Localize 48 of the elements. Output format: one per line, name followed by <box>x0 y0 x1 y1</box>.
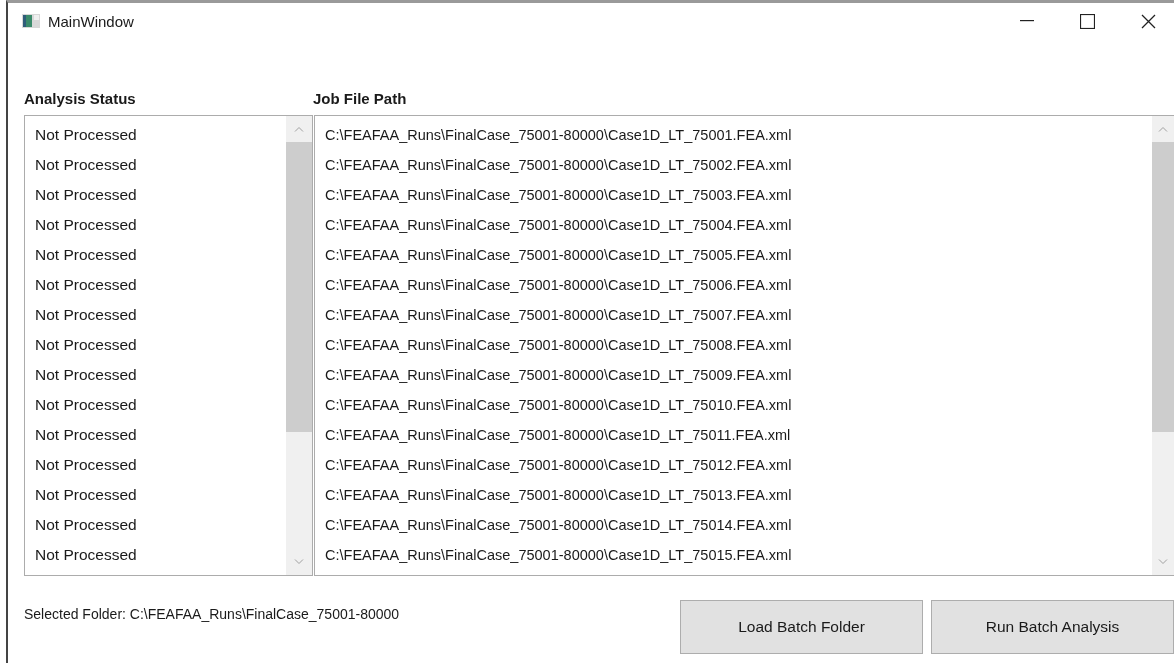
scrollbar[interactable] <box>286 116 312 575</box>
file-path-item[interactable]: C:\FEAFAA_Runs\FinalCase_75001-80000\Case1D_LT_75008.FEA.xml <box>315 330 1152 360</box>
file-path-item[interactable]: C:\FEAFAA_Runs\FinalCase_75001-80000\Case1D_LT_75012.FEA.xml <box>315 450 1152 480</box>
scroll-down-icon[interactable] <box>294 559 304 565</box>
action-button[interactable]: Load Batch Folder <box>680 600 923 654</box>
minimize-icon[interactable] <box>1020 20 1034 22</box>
file-path-item[interactable]: C:\FEAFAA_Runs\FinalCase_75001-80000\Case1D_LT_75013.FEA.xml <box>315 480 1152 510</box>
status-item[interactable]: Not Processed <box>25 120 286 150</box>
maximize-icon[interactable] <box>1080 13 1095 29</box>
file-path-item[interactable]: C:\FEAFAA_Runs\FinalCase_75001-80000\Case1D_LT_75015.FEA.xml <box>315 540 1152 570</box>
scroll-up-icon[interactable] <box>294 126 304 132</box>
file-path-item[interactable]: C:\FEAFAA_Runs\FinalCase_75001-80000\Case1D_LT_75001.FEA.xml <box>315 120 1152 150</box>
scroll-up-icon[interactable] <box>1158 126 1168 132</box>
status-item[interactable]: Not Processed <box>25 210 286 240</box>
file-path-item[interactable]: C:\FEAFAA_Runs\FinalCase_75001-80000\Case1D_LT_75005.FEA.xml <box>315 240 1152 270</box>
status-item[interactable]: Not Processed <box>25 360 286 390</box>
status-item[interactable]: Not Processed <box>25 480 286 510</box>
file-path-item[interactable]: C:\FEAFAA_Runs\FinalCase_75001-80000\Case1D_LT_75006.FEA.xml <box>315 270 1152 300</box>
file-path-item[interactable]: C:\FEAFAA_Runs\FinalCase_75001-80000\Case1D_LT_75004.FEA.xml <box>315 210 1152 240</box>
file-path-item[interactable]: C:\FEAFAA_Runs\FinalCase_75001-80000\Case1D_LT_75011.FEA.xml <box>315 420 1152 450</box>
status-item[interactable]: Not Processed <box>25 270 286 300</box>
column-header: Analysis Status <box>24 90 137 107</box>
status-item[interactable]: Not Processed <box>25 180 286 210</box>
close-icon[interactable] <box>1141 13 1156 29</box>
column-header: Job File Path <box>313 90 407 107</box>
app-icon <box>22 14 40 28</box>
status-item[interactable]: Not Processed <box>25 510 286 540</box>
window-title: MainWindow <box>48 12 134 30</box>
scroll-thumb[interactable] <box>286 142 312 432</box>
status-item[interactable]: Not Processed <box>25 540 286 570</box>
file-path-item[interactable]: C:\FEAFAA_Runs\FinalCase_75001-80000\Case1D_LT_75014.FEA.xml <box>315 510 1152 540</box>
status-item[interactable]: Not Processed <box>25 330 286 360</box>
status-item[interactable]: Not Processed <box>25 420 286 450</box>
selected-folder-label: Selected Folder: C:\FEAFAA_Runs\FinalCase_75001-80000 <box>24 606 400 622</box>
status-item[interactable]: Not Processed <box>25 450 286 480</box>
file-path-item[interactable]: C:\FEAFAA_Runs\FinalCase_75001-80000\Case1D_LT_75007.FEA.xml <box>315 300 1152 330</box>
scroll-down-icon[interactable] <box>1158 559 1168 565</box>
status-item[interactable]: Not Processed <box>25 240 286 270</box>
file-path-item[interactable]: C:\FEAFAA_Runs\FinalCase_75001-80000\Case1D_LT_75003.FEA.xml <box>315 180 1152 210</box>
file-path-item[interactable]: C:\FEAFAA_Runs\FinalCase_75001-80000\Case1D_LT_75009.FEA.xml <box>315 360 1152 390</box>
file-path-item[interactable]: C:\FEAFAA_Runs\FinalCase_75001-80000\Case1D_LT_75010.FEA.xml <box>315 390 1152 420</box>
status-item[interactable]: Not Processed <box>25 300 286 330</box>
action-button[interactable]: Run Batch Analysis <box>931 600 1174 654</box>
status-item[interactable]: Not Processed <box>25 390 286 420</box>
scrollbar[interactable] <box>1152 116 1174 575</box>
file-path-item[interactable]: C:\FEAFAA_Runs\FinalCase_75001-80000\Case1D_LT_75002.FEA.xml <box>315 150 1152 180</box>
scroll-thumb[interactable] <box>1152 142 1174 432</box>
status-item[interactable]: Not Processed <box>25 150 286 180</box>
